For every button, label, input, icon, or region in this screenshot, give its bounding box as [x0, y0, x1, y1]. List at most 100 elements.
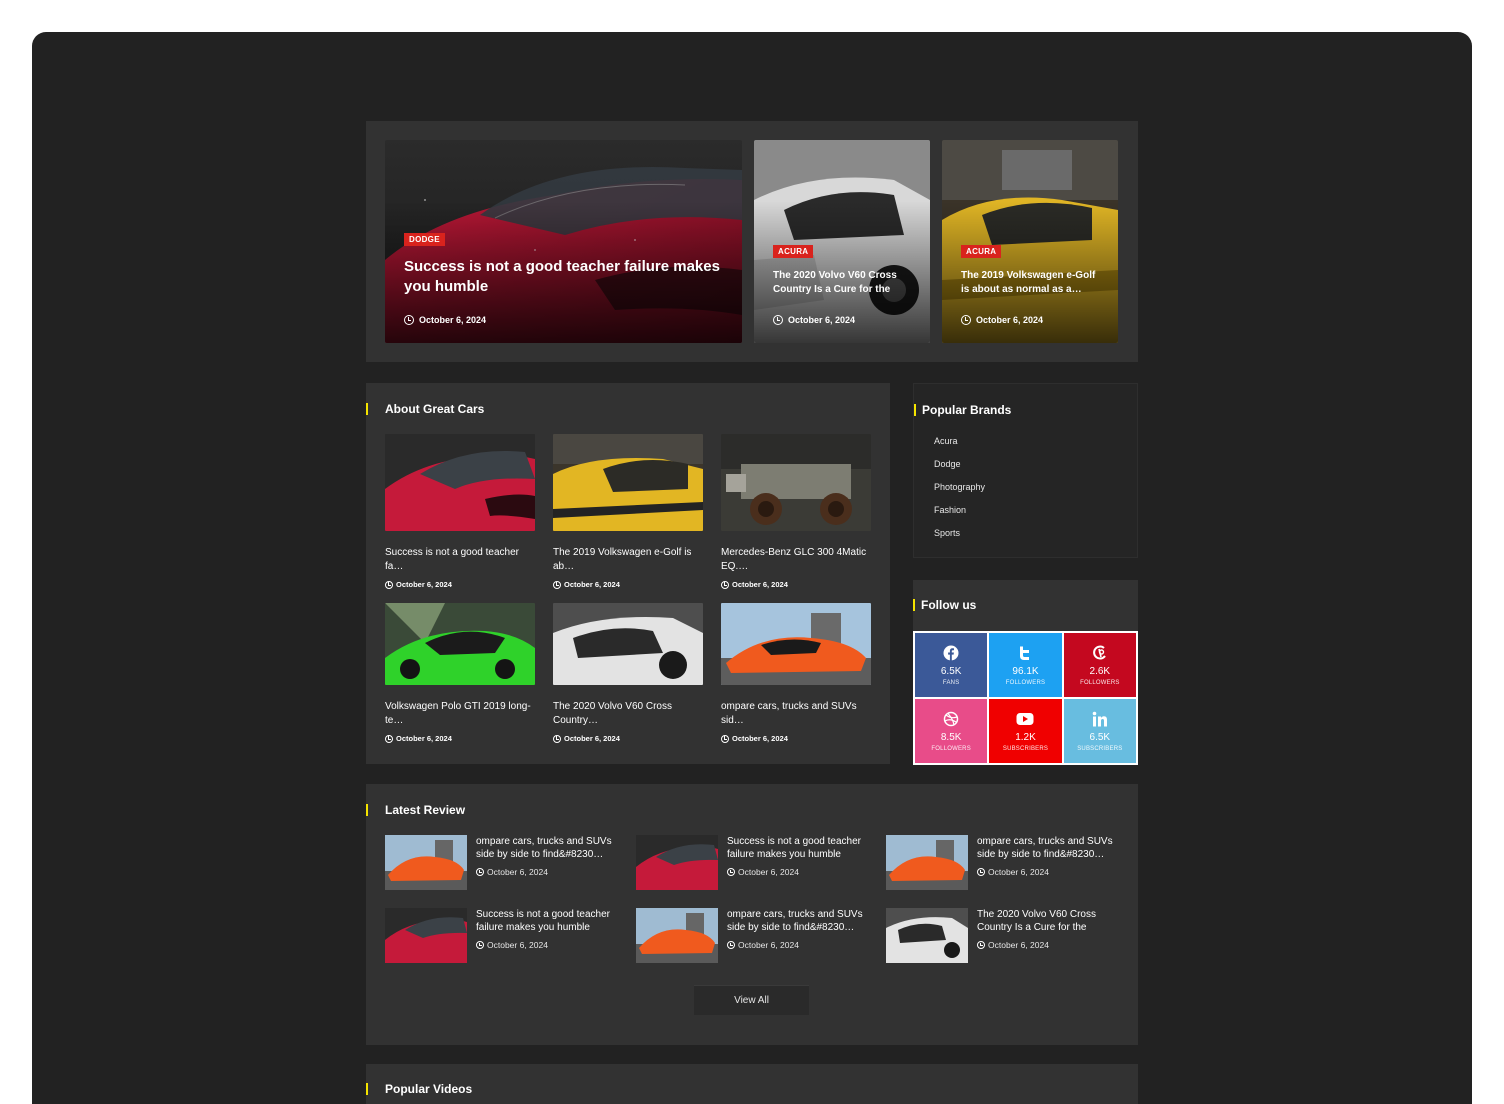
review-item[interactable]: The 2020 Volvo V60 Cross Country Is a Cu…: [886, 908, 1122, 963]
dribbble-icon: [943, 710, 959, 728]
review-item[interactable]: Success is not a good teacher failure ma…: [636, 835, 872, 890]
brand-link[interactable]: Fashion: [934, 505, 966, 515]
category-badge[interactable]: DODGE: [404, 233, 445, 246]
review-title[interactable]: ompare cars, trucks and SUVs side by sid…: [727, 908, 873, 934]
review-title[interactable]: Success is not a good teacher failure ma…: [476, 908, 622, 934]
twitter-button[interactable]: 96.1K FOLLOWERS: [989, 633, 1062, 697]
hero-main-title[interactable]: Success is not a good teacher failure ma…: [404, 257, 723, 297]
about-card-title[interactable]: The 2019 Volkswagen e-Golf is ab…: [553, 546, 703, 574]
clock-icon: [961, 315, 971, 325]
clock-icon: [553, 734, 561, 743]
view-all-button[interactable]: View All: [694, 985, 809, 1015]
page-frame: DODGE Success is not a good teacher fail…: [32, 32, 1472, 1104]
brand-link[interactable]: Photography: [934, 482, 985, 492]
pinterest-button[interactable]: 2.6K FOLLOWERS: [1063, 633, 1136, 697]
about-card-title[interactable]: Volkswagen Polo GTI 2019 long-te…: [385, 700, 535, 728]
category-badge[interactable]: ACURA: [961, 245, 1002, 258]
review-item[interactable]: ompare cars, trucks and SUVs side by sid…: [385, 835, 621, 890]
brand-link[interactable]: Dodge: [934, 459, 961, 469]
hero-card-second[interactable]: ACURA The 2020 Volvo V60 Cross Country I…: [754, 140, 930, 343]
clock-icon: [977, 868, 985, 876]
about-card[interactable]: The 2020 Volvo V60 Cross Country… Octobe…: [553, 603, 703, 743]
review-date: October 6, 2024: [727, 940, 799, 950]
about-card-title[interactable]: Mercedes-Benz GLC 300 4Matic EQ.…: [721, 546, 871, 574]
date-text: October 6, 2024: [732, 580, 788, 589]
dribbble-button[interactable]: 8.5K FOLLOWERS: [915, 699, 988, 763]
date-text: October 6, 2024: [419, 315, 487, 325]
about-card-title[interactable]: ompare cars, trucks and SUVs sid…: [721, 700, 871, 728]
about-card-date: October 6, 2024: [553, 580, 703, 589]
review-title[interactable]: ompare cars, trucks and SUVs side by sid…: [476, 835, 622, 861]
brand-link[interactable]: Sports: [934, 528, 960, 538]
about-card-title[interactable]: The 2020 Volvo V60 Cross Country…: [553, 700, 703, 728]
hero-second-title[interactable]: The 2020 Volvo V60 Cross Country Is a Cu…: [773, 269, 911, 297]
hero-main-info: DODGE Success is not a good teacher fail…: [404, 229, 723, 325]
follow-label: SUBSCRIBERS: [1002, 746, 1049, 752]
section-title: About Great Cars: [385, 402, 485, 416]
review-date: October 6, 2024: [727, 867, 799, 877]
about-card[interactable]: Success is not a good teacher fa… Octobe…: [385, 434, 535, 589]
social-grid: 6.5K FANS 96.1K FOLLOWERS 2.6K FOLLOWERS: [913, 631, 1138, 765]
category-badge[interactable]: ACURA: [773, 245, 814, 258]
follow-count: 96.1K: [1012, 666, 1039, 677]
review-thumb: [886, 908, 968, 963]
hero-card-third[interactable]: ACURA The 2019 Volkswagen e-Golf is abou…: [942, 140, 1118, 343]
date-text: October 6, 2024: [976, 315, 1044, 325]
about-card-date: October 6, 2024: [385, 734, 535, 743]
hero-second-date: October 6, 2024: [773, 315, 911, 325]
youtube-icon: [1016, 710, 1034, 728]
clock-icon: [721, 580, 729, 589]
section-title: Follow us: [921, 598, 977, 612]
clock-icon: [404, 315, 414, 325]
linkedin-button[interactable]: 6.5K SUBSCRIBERS: [1063, 699, 1136, 763]
review-thumb: [636, 835, 718, 890]
about-card-date: October 6, 2024: [553, 734, 703, 743]
review-item[interactable]: ompare cars, trucks and SUVs side by sid…: [886, 835, 1122, 890]
hero-third-title[interactable]: The 2019 Volkswagen e-Golf is about as n…: [961, 269, 1099, 297]
about-card[interactable]: ompare cars, trucks and SUVs sid… Octobe…: [721, 603, 871, 743]
about-card-date: October 6, 2024: [385, 580, 535, 589]
follow-count: 8.5K: [940, 732, 962, 743]
about-card[interactable]: Volkswagen Polo GTI 2019 long-te… Octobe…: [385, 603, 535, 743]
youtube-button[interactable]: 1.2K SUBSCRIBERS: [989, 699, 1062, 763]
clock-icon: [553, 580, 561, 589]
twitter-icon: [1017, 644, 1033, 662]
follow-count: 6.5K: [1089, 732, 1111, 743]
review-item[interactable]: ompare cars, trucks and SUVs side by sid…: [636, 908, 872, 963]
about-thumb: [385, 603, 535, 685]
clock-icon: [385, 580, 393, 589]
brand-link[interactable]: Acura: [934, 436, 958, 446]
date-text: October 6, 2024: [396, 580, 452, 589]
about-card-title[interactable]: Success is not a good teacher fa…: [385, 546, 535, 574]
date-text: October 6, 2024: [564, 580, 620, 589]
review-date: October 6, 2024: [476, 940, 548, 950]
review-thumb: [886, 835, 968, 890]
linkedin-icon: [1092, 710, 1108, 728]
brands-section: Popular Brands Acura Dodge Photography F…: [913, 383, 1138, 558]
section-title: Popular Videos: [385, 1082, 473, 1096]
about-card-date: October 6, 2024: [721, 734, 871, 743]
hero-card-main[interactable]: DODGE Success is not a good teacher fail…: [385, 140, 742, 343]
follow-count: 2.6K: [1089, 666, 1111, 677]
section-accent-bar: [913, 599, 915, 611]
hero-second-info: ACURA The 2020 Volvo V60 Cross Country I…: [773, 241, 911, 325]
review-title[interactable]: ompare cars, trucks and SUVs side by sid…: [977, 835, 1123, 861]
review-item[interactable]: Success is not a good teacher failure ma…: [385, 908, 621, 963]
section-title: Popular Brands: [922, 403, 1012, 417]
clock-icon: [476, 868, 484, 876]
clock-icon: [727, 868, 735, 876]
follow-label: FOLLOWERS: [1080, 680, 1120, 686]
date-text: October 6, 2024: [487, 940, 548, 950]
facebook-button[interactable]: 6.5K FANS: [915, 633, 988, 697]
popular-videos-section: Popular Videos: [366, 1064, 1138, 1104]
about-thumb: [385, 434, 535, 531]
review-title[interactable]: Success is not a good teacher failure ma…: [727, 835, 873, 861]
about-card[interactable]: The 2019 Volkswagen e-Golf is ab… Octobe…: [553, 434, 703, 589]
about-card[interactable]: Mercedes-Benz GLC 300 4Matic EQ.… Octobe…: [721, 434, 871, 589]
about-thumb: [721, 603, 871, 685]
section-accent-bar: [366, 1083, 368, 1095]
date-text: October 6, 2024: [564, 734, 620, 743]
facebook-icon: [943, 644, 959, 662]
review-title[interactable]: The 2020 Volvo V60 Cross Country Is a Cu…: [977, 908, 1123, 934]
clock-icon: [721, 734, 729, 743]
